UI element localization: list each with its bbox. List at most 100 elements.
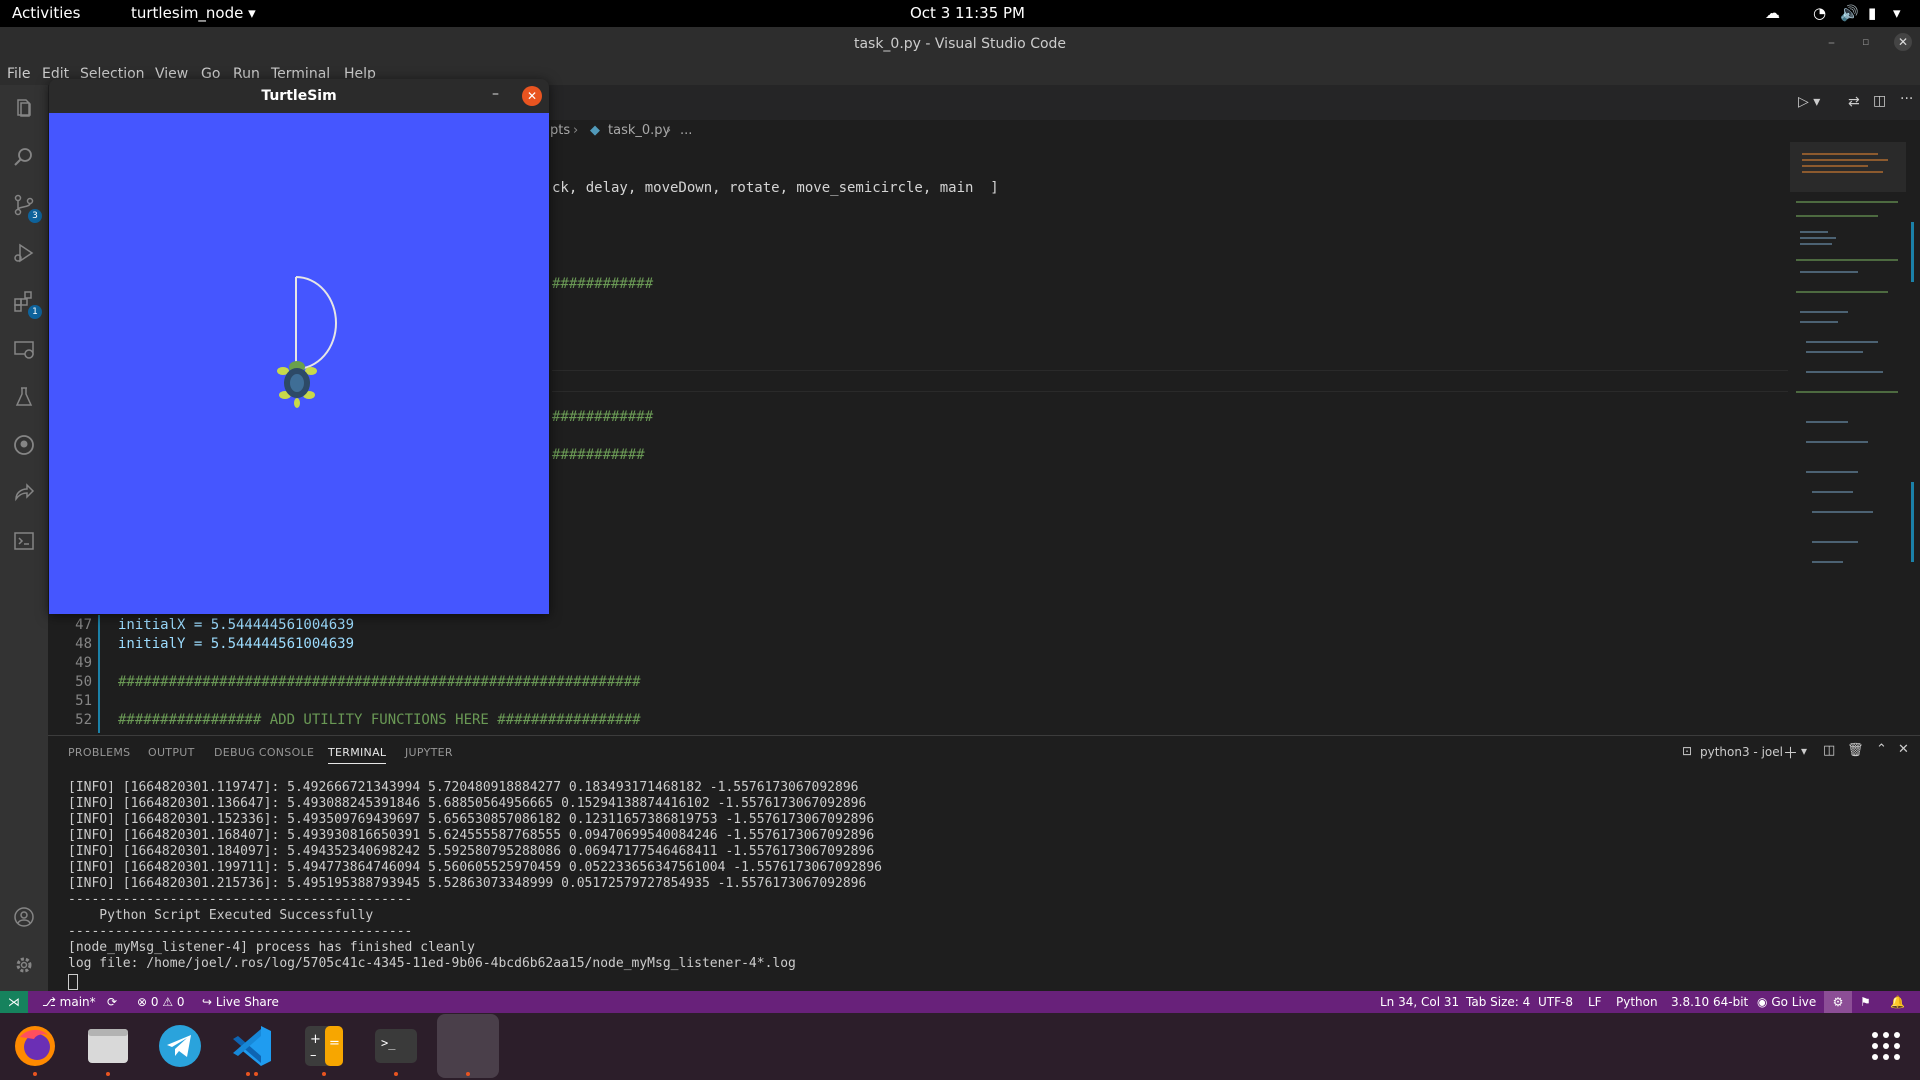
minimize-icon[interactable]: – xyxy=(492,86,499,102)
svg-text:+: + xyxy=(310,1032,321,1047)
code-line: initialY = 5.544444561004639 xyxy=(118,636,355,652)
close-panel-icon[interactable]: ✕ xyxy=(1898,742,1909,757)
live-share-status[interactable]: ↪ Live Share xyxy=(202,995,279,1009)
breadcrumb-file[interactable]: task_0.py xyxy=(608,123,670,138)
sync-icon[interactable]: ⟳ xyxy=(107,995,117,1009)
git-branch[interactable]: ⎇ main* xyxy=(42,995,96,1009)
terminal-line: [INFO] [1664820301.136647]: 5.4930882453… xyxy=(68,796,867,811)
remote-explorer-icon[interactable] xyxy=(10,335,38,363)
live-share-icon: ↪ xyxy=(202,995,213,1009)
line-number: 52 xyxy=(75,712,92,728)
language-mode[interactable]: Python xyxy=(1616,995,1658,1009)
battery-icon[interactable]: ▮ xyxy=(1868,4,1876,22)
breadcrumb-symbol[interactable]: ... xyxy=(680,123,692,138)
end-of-line[interactable]: LF xyxy=(1588,995,1602,1009)
maximize-icon[interactable]: ▫ xyxy=(1862,35,1869,48)
notifications-bell-icon[interactable]: 🔔 xyxy=(1890,995,1905,1009)
system-menu-icon[interactable]: ▾ xyxy=(1893,4,1901,22)
terminal-view-icon[interactable] xyxy=(10,527,38,555)
tab-terminal[interactable]: TERMINAL xyxy=(328,746,387,764)
terminal-line: [INFO] [1664820301.152336]: 5.4935097694… xyxy=(68,812,875,827)
terminal-line: [INFO] [1664820301.168407]: 5.4939308166… xyxy=(68,828,875,843)
turtle-path xyxy=(295,276,337,371)
split-terminal-icon[interactable]: ◫ xyxy=(1823,743,1835,758)
terminal-line: log file: /home/joel/.ros/log/5705c41c-4… xyxy=(68,956,796,971)
terminal-cursor[interactable] xyxy=(68,974,78,990)
feedback-icon[interactable]: ⚑ xyxy=(1860,995,1871,1009)
split-editor-icon[interactable]: ◫ xyxy=(1873,93,1886,109)
app-menu[interactable]: turtlesim_node ▾ xyxy=(131,4,256,22)
live-share-label: Live Share xyxy=(215,995,279,1009)
minimize-icon[interactable]: – xyxy=(1828,35,1835,51)
chevron-right-icon: › xyxy=(666,123,672,138)
tab-jupyter[interactable]: JUPYTER xyxy=(405,746,453,759)
terminal-selector[interactable]: python3 - joel xyxy=(1700,745,1783,759)
remote-indicator-icon[interactable]: ⋊ xyxy=(0,991,28,1013)
live-share-icon[interactable] xyxy=(10,479,38,507)
git-branch-label: main* xyxy=(59,995,96,1009)
go-live-label: Go Live xyxy=(1771,995,1817,1009)
app-menu-label: turtlesim_node xyxy=(131,4,244,22)
clock[interactable]: Oct 3 11:35 PM xyxy=(910,4,1025,22)
kill-terminal-icon[interactable]: 🗑 xyxy=(1847,743,1864,758)
open-changes-icon[interactable]: ⇄ xyxy=(1848,94,1860,110)
testing-icon[interactable] xyxy=(10,383,38,411)
run-python-icon[interactable]: ▷ ▾ xyxy=(1798,94,1820,110)
github-icon[interactable] xyxy=(10,431,38,459)
files-icon[interactable] xyxy=(84,1022,132,1076)
run-debug-icon[interactable] xyxy=(10,239,38,267)
firefox-icon[interactable] xyxy=(11,1022,59,1076)
maximize-panel-icon[interactable]: ⌃ xyxy=(1876,742,1887,757)
accounts-icon[interactable] xyxy=(10,903,38,931)
tab-problems[interactable]: PROBLEMS xyxy=(68,746,130,759)
cloud-icon[interactable]: ☁ xyxy=(1765,4,1780,22)
code-line-comment: ############ xyxy=(552,409,654,425)
chevron-down-icon: ▾ xyxy=(248,4,256,22)
code-line-comment: ########### xyxy=(552,447,645,463)
volume-icon[interactable]: 🔊 xyxy=(1840,4,1859,22)
svg-text:>_: >_ xyxy=(381,1036,396,1050)
explorer-icon[interactable] xyxy=(10,95,38,123)
turtlesim-window[interactable]: TurtleSim – ✕ xyxy=(49,79,549,614)
editor-scrollbar[interactable] xyxy=(1906,142,1920,732)
python-file-icon: ◆ xyxy=(590,123,600,138)
breadcrumb-folder[interactable]: pts xyxy=(550,123,570,138)
code-line-imports: ck, delay, moveDown, rotate, move_semici… xyxy=(552,180,999,196)
code-line: initialX = 5.544444561004639 xyxy=(118,617,355,633)
cursor-position[interactable]: Ln 34, Col 31 xyxy=(1380,995,1459,1009)
close-icon[interactable]: ✕ xyxy=(522,86,542,106)
wifi-icon[interactable]: ◔ xyxy=(1813,4,1826,22)
copilot-icon[interactable]: ⚙ xyxy=(1824,991,1852,1013)
window-title: task_0.py - Visual Studio Code xyxy=(853,36,1067,52)
calculator-icon[interactable]: + – = xyxy=(300,1022,348,1076)
tab-debug-console[interactable]: DEBUG CONSOLE xyxy=(214,746,314,759)
telegram-icon[interactable] xyxy=(156,1022,204,1070)
tab-size[interactable]: Tab Size: 4 xyxy=(1466,995,1530,1009)
line-number: 50 xyxy=(75,674,92,690)
chevron-down-icon[interactable]: ▾ xyxy=(1801,744,1807,758)
terminal-line: [INFO] [1664820301.119747]: 5.4926667213… xyxy=(68,780,859,795)
encoding[interactable]: UTF-8 xyxy=(1538,995,1573,1009)
terminal-shell-icon: ⊡ xyxy=(1682,744,1693,758)
python-interpreter[interactable]: 3.8.10 64-bit xyxy=(1671,995,1748,1009)
settings-gear-icon[interactable] xyxy=(10,951,38,979)
tab-output[interactable]: OUTPUT xyxy=(148,746,195,759)
show-applications-icon[interactable] xyxy=(1862,1022,1910,1070)
turtlesim-app-icon[interactable] xyxy=(437,1014,499,1078)
source-control-icon[interactable]: 3 xyxy=(10,191,42,223)
terminal-app-icon[interactable]: >_ xyxy=(372,1022,420,1076)
code-line: ################# ADD UTILITY FUNCTIONS … xyxy=(118,712,641,728)
git-branch-icon: ⎇ xyxy=(42,995,56,1009)
close-icon[interactable]: ✕ xyxy=(1894,33,1912,51)
extensions-icon[interactable]: 1 xyxy=(10,287,42,319)
problems-status[interactable]: ⊗ 0 ⚠ 0 xyxy=(137,995,185,1009)
vscode-icon[interactable] xyxy=(228,1022,276,1076)
go-live-button[interactable]: ◉ Go Live xyxy=(1757,995,1816,1009)
activities-button[interactable]: Activities xyxy=(12,4,80,22)
terminal-line: [INFO] [1664820301.199711]: 5.4947738647… xyxy=(68,860,882,875)
new-terminal-icon[interactable]: ＋ xyxy=(1783,742,1798,763)
search-icon[interactable] xyxy=(10,143,38,171)
menu-file[interactable]: File xyxy=(7,66,30,82)
more-actions-icon[interactable]: ··· xyxy=(1900,91,1913,107)
minimap[interactable] xyxy=(1788,142,1908,602)
